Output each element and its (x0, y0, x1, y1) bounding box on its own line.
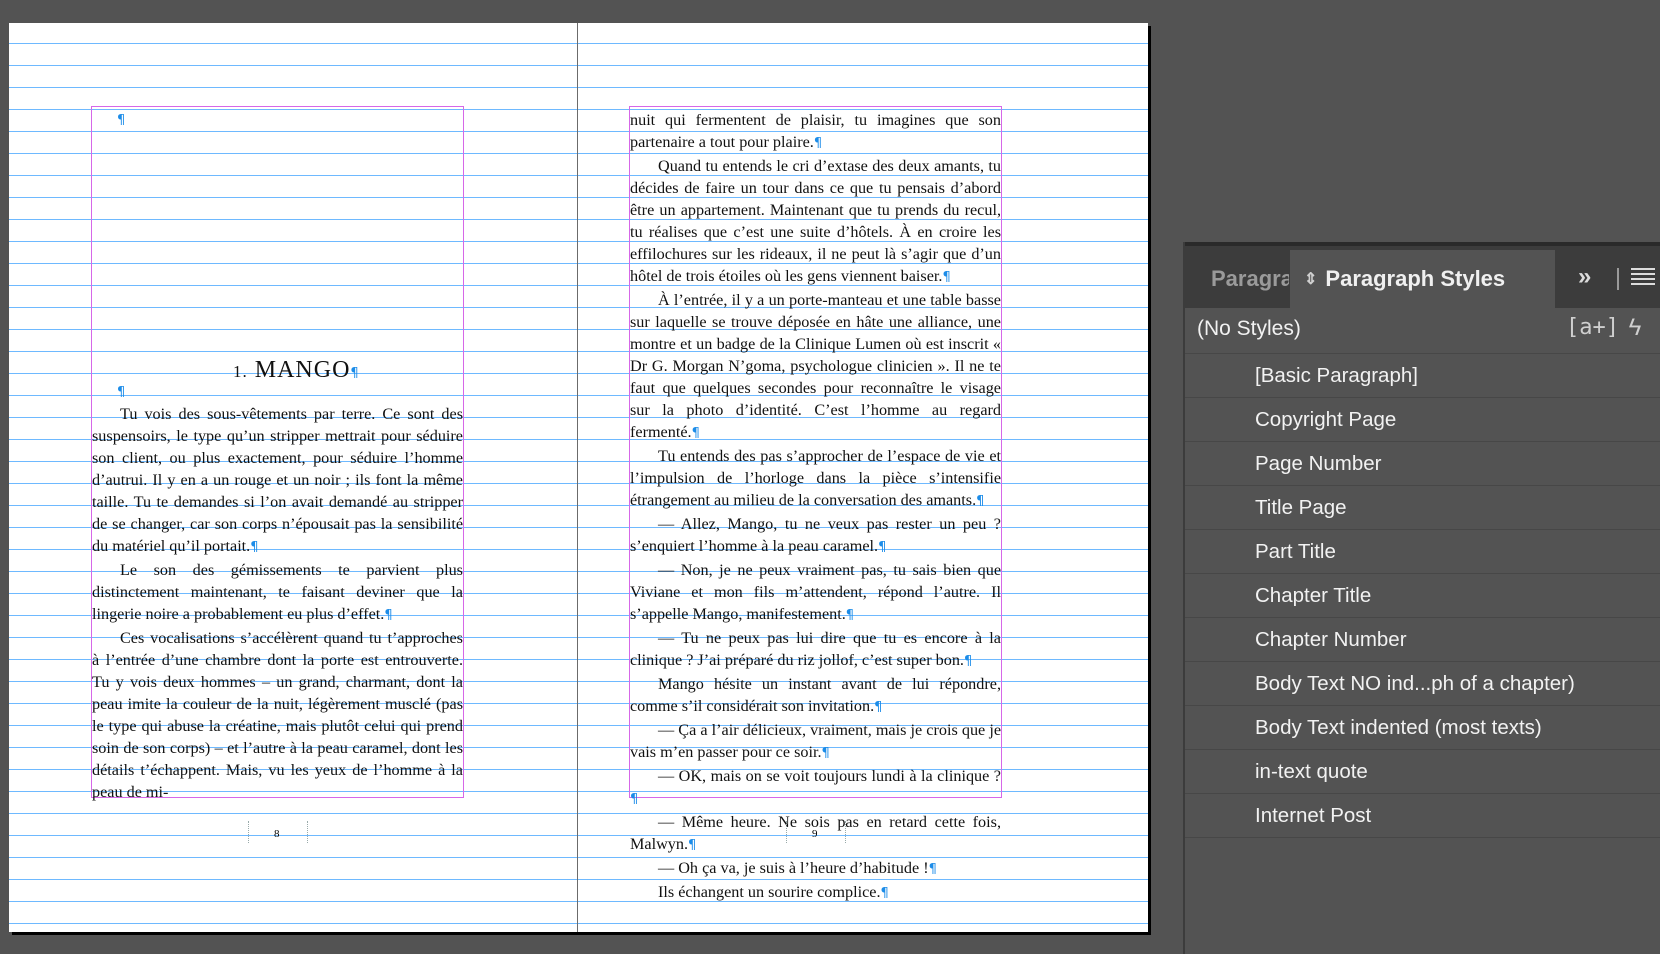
left-text-frame[interactable]: Tu vois des sous-vêtements par terre. Ce… (92, 403, 463, 803)
page-spine (577, 23, 578, 932)
baseline-gridline (9, 923, 1148, 924)
style-item[interactable]: Copyright Page (1185, 398, 1660, 442)
baseline-gridline (9, 43, 1148, 44)
style-item[interactable]: Internet Post (1185, 794, 1660, 838)
style-item[interactable]: Title Page (1185, 486, 1660, 530)
document-spread[interactable]: ¶ 1. MANGO¶ ¶ Tu vois des sous-vêtements… (9, 23, 1148, 932)
collapse-panel-icon[interactable]: » (1578, 262, 1604, 292)
updown-arrows-icon: ⇕ (1304, 271, 1318, 288)
style-item[interactable]: Body Text NO ind...ph of a chapter) (1185, 662, 1660, 706)
paragraph-style-list: [Basic Paragraph] Copyright Page Page Nu… (1185, 354, 1660, 838)
style-item[interactable]: Chapter Title (1185, 574, 1660, 618)
page-number-left: 8 (274, 828, 280, 840)
tab-paragraph-styles[interactable]: ⇕ Paragraph Styles (1290, 250, 1555, 308)
panel-tab-bar: Paragraph ⇕ Paragraph Styles » (1185, 242, 1660, 308)
style-item[interactable]: Part Title (1185, 530, 1660, 574)
body-paragraph: Le son des gémissements te parvient plus… (92, 561, 463, 623)
toolbar-divider (1617, 268, 1619, 290)
dialogue-paragraph: — Oh ça va, je suis à l’heure d’habitude… (658, 859, 937, 877)
body-paragraph: À l’entrée, il y a un porte-manteau et u… (630, 291, 1001, 441)
empty-paragraph-mark: ¶ (117, 113, 126, 128)
chapter-title[interactable]: 1. MANGO¶ (233, 357, 360, 384)
dialogue-paragraph: — Allez, Mango, tu ne veux pas rester un… (630, 515, 1001, 555)
dialogue-paragraph: — Non, je ne peux vraiment pas, tu sais … (630, 561, 1001, 623)
style-item[interactable]: Page Number (1185, 442, 1660, 486)
tab-paragraph[interactable]: Paragraph (1185, 250, 1289, 308)
chapter-title-text: MANGO (254, 357, 351, 383)
body-paragraph: Mango hésite un instant avant de lui rép… (630, 675, 1001, 715)
paragraph-styles-panel: Paragraph ⇕Paragraph Styles » (No Styles… (1183, 242, 1660, 954)
baseline-gridline (9, 87, 1148, 88)
tab-label: Paragraph Styles (1325, 266, 1506, 291)
body-paragraph: Ces vocalisations s’accélèrent quand tu … (92, 629, 463, 801)
dialogue-paragraph: — Tu ne peux pas lui dire que tu es enco… (630, 629, 1001, 669)
style-item[interactable]: in-text quote (1185, 750, 1660, 794)
right-text-frame[interactable]: nuit qui fermentent de plaisir, tu imagi… (630, 109, 1001, 905)
quick-apply-icon[interactable]: ϟ (1623, 312, 1647, 344)
body-paragraph: Ils échangent un sourire complice.¶ (658, 883, 889, 901)
body-paragraph: nuit qui fermentent de plaisir, tu imagi… (630, 111, 1001, 151)
panel-menu-icon[interactable] (1631, 268, 1655, 288)
chapter-number: 1. (233, 362, 248, 381)
style-item[interactable]: Chapter Number (1185, 618, 1660, 662)
dialogue-paragraph: — Ça a l’air délicieux, vraiment, mais j… (630, 721, 1001, 761)
body-paragraph: Tu vois des sous-vêtements par terre. Ce… (92, 405, 463, 555)
body-paragraph: Tu entends des pas s’approcher de l’espa… (630, 447, 1001, 509)
style-item[interactable]: [Basic Paragraph] (1185, 354, 1660, 398)
style-item[interactable]: Body Text indented (most texts) (1185, 706, 1660, 750)
page-number-right: 9 (812, 828, 818, 840)
dialogue-paragraph: — OK, mais on se voit toujours lundi à l… (630, 767, 1001, 807)
empty-paragraph-mark: ¶ (117, 385, 126, 400)
create-style-group-icon[interactable]: [a+] (1566, 312, 1619, 344)
pilcrow-icon: ¶ (350, 366, 360, 381)
body-paragraph: Quand tu entends le cri d’extase des deu… (630, 157, 1001, 285)
baseline-gridline (9, 65, 1148, 66)
